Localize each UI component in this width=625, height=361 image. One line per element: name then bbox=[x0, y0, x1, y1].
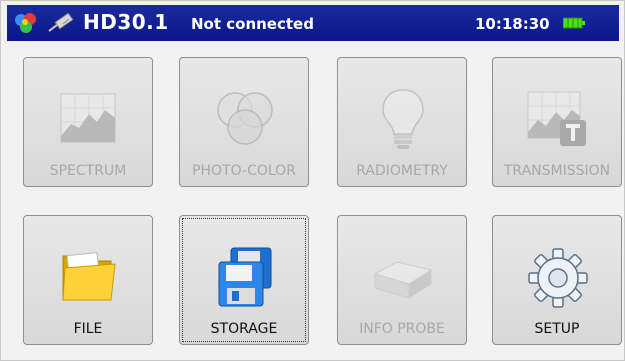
transmission-button[interactable]: TRANSMISSION bbox=[492, 57, 622, 187]
device-model: HD30.1 bbox=[83, 10, 169, 34]
probe-icon bbox=[48, 13, 74, 32]
probe-box-icon bbox=[373, 261, 433, 299]
battery-icon bbox=[563, 17, 585, 29]
transmission-label: TRANSMISSION bbox=[503, 163, 611, 179]
info-probe-button[interactable]: INFO PROBE bbox=[337, 215, 467, 345]
storage-label: STORAGE bbox=[210, 321, 278, 337]
radiometry-button[interactable]: RADIOMETRY bbox=[337, 57, 467, 187]
radiometry-label: RADIOMETRY bbox=[356, 163, 448, 179]
connection-status: Not connected bbox=[191, 15, 314, 33]
status-bar: HD30.1 Not connected 10:18:30 bbox=[7, 5, 619, 41]
setup-button[interactable]: SETUP bbox=[492, 215, 622, 345]
transmission-chart-icon bbox=[527, 91, 586, 146]
color-circles-icon bbox=[217, 92, 273, 145]
photo-color-button[interactable]: PHOTO-COLOR bbox=[179, 57, 309, 187]
info-probe-label: INFO PROBE bbox=[359, 321, 445, 337]
file-label: FILE bbox=[73, 321, 103, 337]
spectrum-button[interactable]: SPECTRUM bbox=[23, 57, 153, 187]
photo-color-label: PHOTO-COLOR bbox=[192, 163, 296, 179]
device-screen: HD30.1 Not connected 10:18:30 SPECTRUM P… bbox=[0, 0, 625, 361]
spectrum-chart-icon bbox=[60, 93, 116, 143]
gear-icon bbox=[528, 248, 588, 308]
file-button[interactable]: FILE bbox=[23, 215, 153, 345]
folder-icon bbox=[62, 251, 116, 301]
clock: 10:18:30 bbox=[475, 15, 550, 33]
spectrum-label: SPECTRUM bbox=[49, 163, 127, 179]
storage-button[interactable]: STORAGE bbox=[179, 215, 309, 345]
light-bulb-icon bbox=[382, 89, 424, 149]
floppy-disk-icon bbox=[218, 247, 272, 307]
setup-label: SETUP bbox=[534, 321, 580, 337]
app-logo-icon bbox=[15, 13, 36, 33]
